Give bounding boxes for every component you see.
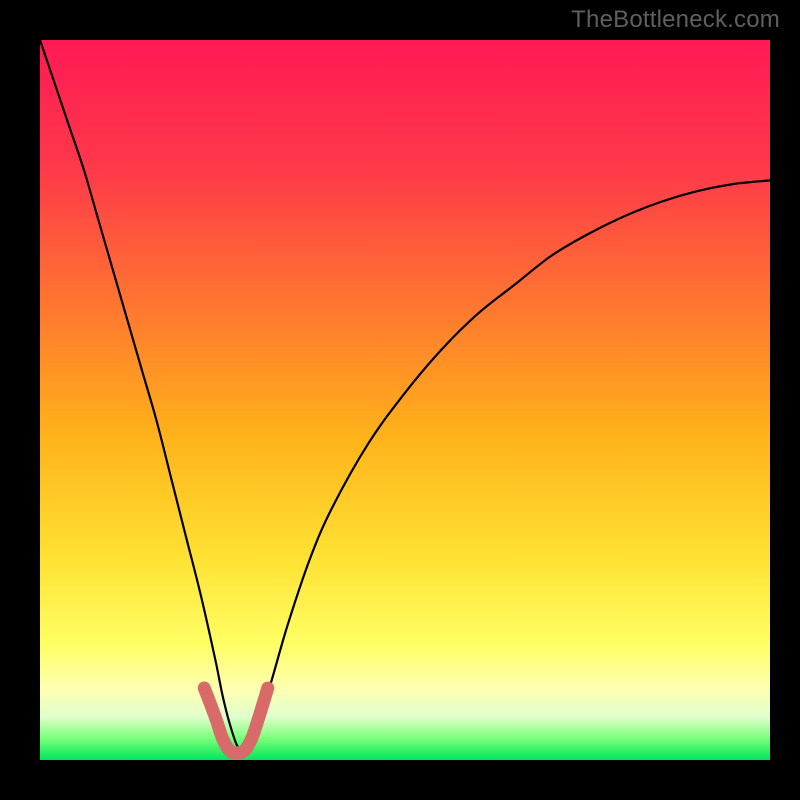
watermark-text: TheBottleneck.com [571, 6, 780, 34]
chart-plot-area [40, 40, 770, 760]
gradient-background [40, 40, 770, 760]
bottleneck-chart [40, 40, 770, 760]
chart-frame: TheBottleneck.com [0, 0, 800, 800]
